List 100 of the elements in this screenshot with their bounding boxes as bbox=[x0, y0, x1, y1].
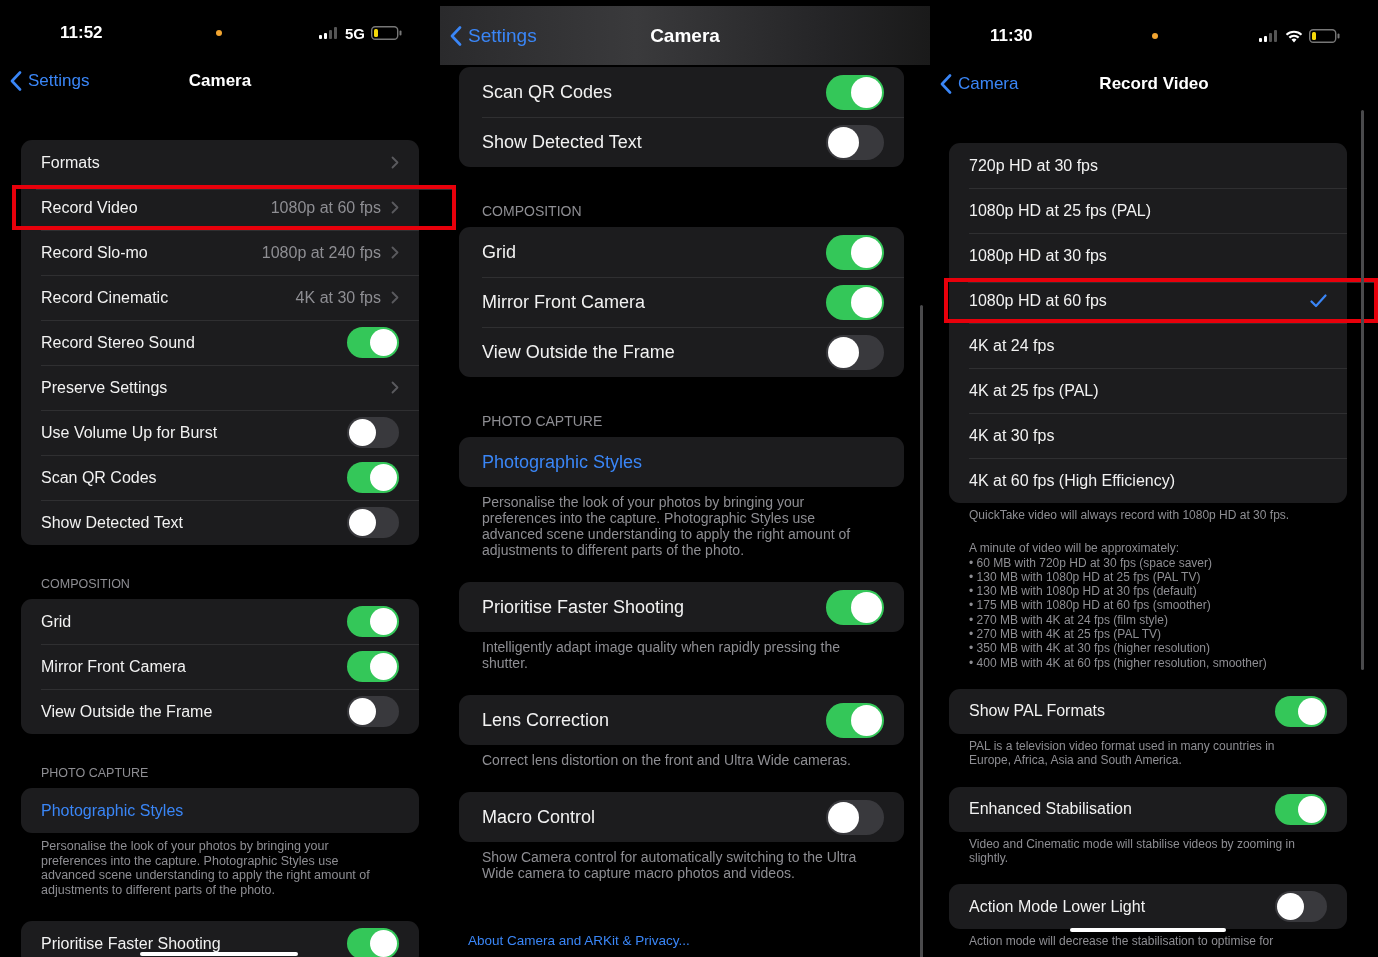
row-label: View Outside the Frame bbox=[482, 341, 675, 363]
settings-row[interactable]: Show Detected Text bbox=[21, 500, 419, 545]
settings-row[interactable]: Mirror Front Camera bbox=[459, 277, 904, 327]
footer-note: Video and Cinematic mode will stabilise videos by zooming in slightly. bbox=[969, 836, 1296, 866]
section-header: COMPOSITION bbox=[482, 204, 583, 219]
footer-note: Intelligently adapt image quality when rapidly pressing the shutter. bbox=[482, 639, 841, 671]
row-label: Enhanced Stabilisation bbox=[969, 800, 1132, 819]
footer-note: Personalise the look of your photos by bringing your preferences into the capture. Photographic Styles use advanced scene understanding to apply the right amount of adjustments to different parts of the photo. bbox=[482, 494, 852, 558]
privacy-indicator-dot bbox=[216, 30, 223, 36]
settings-row[interactable]: Lens Correction bbox=[459, 695, 904, 745]
settings-row[interactable]: Formats bbox=[21, 140, 419, 185]
settings-row[interactable]: Record Slo-mo 1080p at 240 fps bbox=[21, 230, 419, 275]
network-label: 5G bbox=[344, 24, 365, 42]
settings-row[interactable]: Macro Control bbox=[459, 792, 904, 842]
back-chevron-icon bbox=[450, 25, 462, 46]
settings-row[interactable]: Scan QR Codes bbox=[21, 455, 419, 500]
settings-row[interactable]: 1080p HD at 60 fps bbox=[944, 278, 1378, 323]
row-label: 1080p HD at 60 fps bbox=[969, 291, 1107, 310]
row-label: Grid bbox=[482, 241, 516, 263]
settings-row[interactable]: Prioritise Faster Shooting bbox=[459, 582, 904, 632]
nav-title: Record Video bbox=[1099, 74, 1209, 94]
row-label: 4K at 25 fps (PAL) bbox=[969, 381, 1099, 400]
settings-row[interactable]: Record Cinematic 4K at 30 fps bbox=[21, 275, 419, 320]
row-label: Preserve Settings bbox=[41, 378, 168, 397]
row-label: Scan QR Codes bbox=[41, 468, 157, 487]
row-label: Record Cinematic bbox=[41, 288, 169, 307]
row-label: Show Detected Text bbox=[482, 131, 642, 153]
privacy-link[interactable]: About Camera and ARKit & Privacy... bbox=[468, 933, 690, 948]
signal-icon bbox=[1259, 30, 1279, 42]
settings-row[interactable]: Grid bbox=[459, 227, 904, 277]
row-label: Mirror Front Camera bbox=[41, 657, 186, 676]
row-label: Formats bbox=[41, 153, 100, 172]
row-label: Photographic Styles bbox=[41, 801, 184, 820]
settings-row[interactable]: 720p HD at 30 fps bbox=[949, 143, 1347, 188]
row-label: Show Detected Text bbox=[41, 513, 183, 532]
nav-title: Camera bbox=[188, 71, 252, 91]
battery-icon bbox=[371, 26, 402, 40]
settings-row[interactable]: Scan QR Codes bbox=[459, 67, 904, 117]
settings-row[interactable]: 4K at 24 fps bbox=[949, 323, 1347, 368]
row-label: Prioritise Faster Shooting bbox=[482, 596, 685, 618]
row-label: Show PAL Formats bbox=[969, 702, 1106, 721]
back-chevron-icon bbox=[10, 71, 22, 91]
settings-row[interactable]: Prioritise Faster Shooting bbox=[21, 921, 419, 957]
row-label: Use Volume Up for Burst bbox=[41, 423, 218, 442]
settings-row[interactable]: Action Mode Lower Light bbox=[949, 884, 1347, 930]
settings-row[interactable]: Mirror Front Camera bbox=[21, 644, 419, 689]
row-label: 1080p HD at 30 fps bbox=[969, 246, 1107, 265]
settings-row[interactable]: Record Video 1080p at 60 fps bbox=[12, 185, 456, 230]
section-header: COMPOSITION bbox=[41, 577, 131, 592]
chevron-right-icon bbox=[391, 156, 399, 169]
row-label: Lens Correction bbox=[482, 709, 610, 731]
row-label: Prioritise Faster Shooting bbox=[41, 934, 221, 953]
row-label: Action Mode Lower Light bbox=[969, 897, 1146, 916]
settings-row[interactable]: Use Volume Up for Burst bbox=[21, 410, 419, 455]
settings-row[interactable]: 1080p HD at 30 fps bbox=[949, 233, 1347, 278]
row-label: Photographic Styles bbox=[482, 451, 643, 473]
row-label: View Outside the Frame bbox=[41, 702, 213, 721]
footer-note: QuickTake video will always record with 1080p HD at 30 fps. bbox=[969, 508, 1291, 523]
section-header: PHOTO CAPTURE bbox=[41, 766, 150, 781]
row-label: Record Slo-mo bbox=[41, 243, 148, 262]
settings-row[interactable]: View Outside the Frame bbox=[459, 327, 904, 377]
settings-row[interactable]: Photographic Styles bbox=[459, 437, 904, 487]
settings-row[interactable]: View Outside the Frame bbox=[21, 689, 419, 734]
back-button[interactable]: Settings bbox=[450, 24, 537, 47]
row-label: 4K at 60 fps (High Efficiency) bbox=[969, 471, 1176, 490]
signal-icon bbox=[318, 27, 339, 39]
toggle-switch[interactable] bbox=[347, 928, 399, 957]
section-header: PHOTO CAPTURE bbox=[482, 414, 604, 429]
settings-row[interactable]: Enhanced Stabilisation bbox=[949, 786, 1347, 832]
row-value: 4K at 30 fps bbox=[295, 288, 381, 307]
settings-row[interactable]: 4K at 25 fps (PAL) bbox=[949, 368, 1347, 413]
settings-row[interactable]: Show PAL Formats bbox=[949, 688, 1347, 734]
settings-row[interactable]: 1080p HD at 25 fps (PAL) bbox=[949, 188, 1347, 233]
footer-note: Personalise the look of your photos by bringing your preferences into the capture. Photographic Styles use advanced scene understanding to apply the right amount of adjustments to different parts of the photo. bbox=[41, 839, 371, 897]
row-label: 1080p HD at 25 fps (PAL) bbox=[969, 201, 1152, 220]
row-label: Record Video bbox=[41, 198, 138, 217]
battery-icon bbox=[1309, 29, 1340, 43]
settings-row[interactable]: Grid bbox=[21, 599, 419, 644]
row-label: Grid bbox=[41, 612, 72, 631]
row-label: Mirror Front Camera bbox=[482, 291, 646, 313]
row-value: 1080p at 60 fps bbox=[270, 198, 381, 217]
nav-title: Camera bbox=[650, 24, 720, 47]
row-label: 4K at 24 fps bbox=[969, 336, 1055, 355]
chevron-right-icon bbox=[391, 381, 399, 394]
settings-row[interactable]: Photographic Styles bbox=[21, 788, 419, 833]
status-time: 11:52 bbox=[60, 23, 104, 43]
privacy-indicator-dot bbox=[1151, 33, 1158, 39]
row-value: 1080p at 240 fps bbox=[261, 243, 381, 262]
settings-row[interactable]: 4K at 30 fps bbox=[949, 413, 1347, 458]
row-label: 720p HD at 30 fps bbox=[969, 156, 1098, 175]
footer-note: Show Camera control for automatically switching to the Ultra Wide camera to capture macro photos and videos. bbox=[482, 849, 858, 881]
settings-row[interactable]: Record Stereo Sound bbox=[21, 320, 419, 365]
row-label: Scan QR Codes bbox=[482, 81, 613, 103]
settings-row[interactable]: 4K at 60 fps (High Efficiency) bbox=[949, 458, 1347, 503]
settings-row[interactable]: Preserve Settings bbox=[21, 365, 419, 410]
settings-row[interactable]: Show Detected Text bbox=[459, 117, 904, 167]
back-button[interactable]: Camera bbox=[940, 74, 1019, 94]
back-button[interactable]: Settings bbox=[10, 71, 90, 91]
status-time: 11:30 bbox=[990, 26, 1034, 46]
back-chevron-icon bbox=[940, 74, 952, 94]
